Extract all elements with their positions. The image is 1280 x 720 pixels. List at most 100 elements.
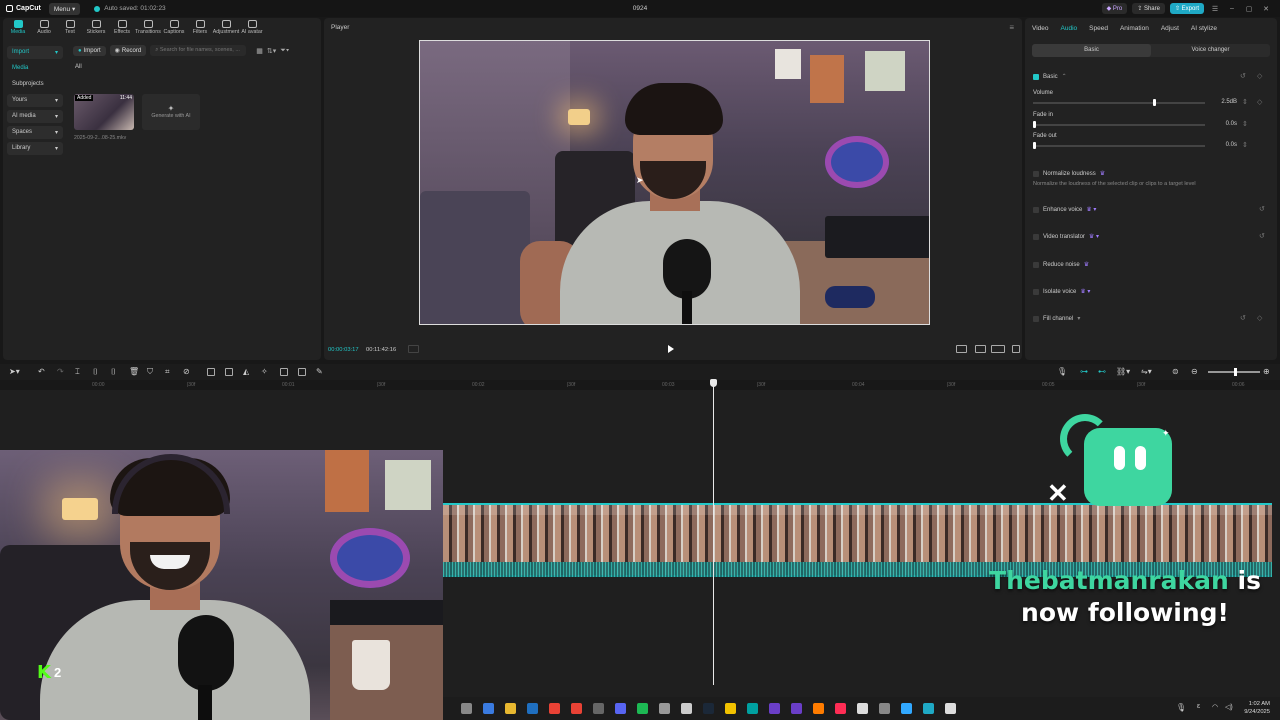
playhead[interactable] <box>713 380 714 685</box>
discord-icon[interactable] <box>615 703 626 714</box>
file-explorer-icon[interactable] <box>461 703 472 714</box>
fade-in-handle[interactable] <box>1033 121 1036 128</box>
tab-effects[interactable]: Effects <box>111 20 133 35</box>
close-icon[interactable]: ✕ <box>1260 5 1272 13</box>
app-icon[interactable] <box>923 703 934 714</box>
basic-checkbox[interactable] <box>1033 73 1039 80</box>
fill-channel-checkbox[interactable] <box>1033 315 1039 322</box>
reset-icon[interactable]: ↺ <box>1240 72 1246 80</box>
stepper-icon[interactable]: ⇕ <box>1242 98 1248 106</box>
playhead-handle[interactable] <box>710 379 717 387</box>
freeze-icon[interactable] <box>207 368 215 376</box>
sidebar-item-ai-media[interactable]: AI media ▾ <box>7 110 63 123</box>
tab-filters[interactable]: Filters <box>189 20 211 35</box>
share-button[interactable]: ⇪ Share <box>1132 3 1165 14</box>
tab-audio[interactable]: Audio <box>1061 25 1078 32</box>
fade-in-value[interactable]: 0.0s <box>1213 121 1237 127</box>
segment-voice-changer[interactable]: Voice changer <box>1151 44 1270 57</box>
media-search-input[interactable]: ⌕ Search for file names, scenes, ... <box>150 45 247 56</box>
tab-text[interactable]: Text <box>59 20 81 35</box>
tab-captions[interactable]: Captions <box>163 20 185 35</box>
reset-icon[interactable]: ↺ <box>1259 232 1265 240</box>
fill-channel-row[interactable]: Fill channel ▾ <box>1033 315 1080 322</box>
wifi-icon[interactable]: ◠ <box>1212 703 1218 711</box>
rotate-icon[interactable] <box>280 368 288 376</box>
reverse-icon[interactable] <box>225 368 233 376</box>
app-icon[interactable] <box>659 703 670 714</box>
player-menu-icon[interactable]: ≡ <box>1009 23 1014 32</box>
fade-out-value[interactable]: 0.0s <box>1213 142 1237 148</box>
split-right-icon[interactable]: ⌷ <box>111 367 116 377</box>
keyframe-icon[interactable]: ◇ <box>1257 72 1262 80</box>
generate-ai-button[interactable]: ✦ Generate with AI <box>142 94 200 130</box>
reduce-noise-checkbox[interactable] <box>1033 261 1039 268</box>
auto-reframe-icon[interactable]: ⊘ <box>183 367 190 376</box>
volume-value[interactable]: 2.5dB <box>1213 99 1237 105</box>
undo-icon[interactable]: ↶ <box>38 367 45 376</box>
app-icon[interactable] <box>879 703 890 714</box>
split-left-icon[interactable]: ⌷ <box>93 367 98 377</box>
enhance-voice-row[interactable]: Enhance voice ♛ ▾ <box>1033 206 1096 213</box>
pro-button[interactable]: ◆ Pro <box>1101 3 1128 14</box>
reduce-noise-row[interactable]: Reduce noise ♛ <box>1033 261 1089 268</box>
normalize-checkbox[interactable] <box>1033 170 1039 177</box>
keyframe-icon[interactable]: ◇ <box>1257 98 1262 106</box>
taskbar-clock[interactable]: 1:02 AM 9/24/2025 <box>1240 700 1270 716</box>
reset-icon[interactable]: ↺ <box>1259 205 1265 213</box>
video-translator-row[interactable]: Video translator ♛ ▾ <box>1033 233 1099 240</box>
crop-icon[interactable] <box>975 345 986 353</box>
tab-ai-stylize[interactable]: AI stylize <box>1191 25 1217 32</box>
video-translator-checkbox[interactable] <box>1033 233 1039 240</box>
ai-tool-icon[interactable]: ✎ <box>316 367 323 376</box>
chrome-icon[interactable] <box>549 703 560 714</box>
stepper-icon[interactable]: ⇕ <box>1242 120 1248 128</box>
tab-video[interactable]: Video <box>1032 25 1049 32</box>
isolate-voice-checkbox[interactable] <box>1033 288 1039 295</box>
select-tool-icon[interactable]: ➤▾ <box>9 367 20 376</box>
remove-bg-icon[interactable] <box>298 368 306 376</box>
chrome-icon[interactable] <box>571 703 582 714</box>
fade-out-slider[interactable] <box>1033 145 1205 147</box>
tab-adjust[interactable]: Adjust <box>1161 25 1179 32</box>
tab-adjustment[interactable]: Adjustment <box>213 20 239 35</box>
tab-ai-avatar[interactable]: AI avatar <box>241 20 263 35</box>
zoom-in-icon[interactable]: ⊕ <box>1263 367 1270 376</box>
export-button[interactable]: ⇧ Export <box>1169 3 1204 14</box>
fade-in-slider[interactable] <box>1033 124 1205 126</box>
video-preview[interactable]: ➤ <box>419 40 930 325</box>
normalize-loudness-row[interactable]: Normalize loudness ♛ <box>1033 170 1105 177</box>
import-button[interactable]: ● Import <box>73 45 106 56</box>
basic-section-header[interactable]: Basic ⌃ <box>1033 73 1067 80</box>
keyframe-icon[interactable]: ◇ <box>1257 314 1262 322</box>
microphone-tray-icon[interactable]: 🎙 <box>1176 703 1186 712</box>
layout-icon[interactable]: ☰ <box>1209 5 1221 13</box>
stepper-icon[interactable]: ⇕ <box>1242 141 1248 149</box>
sidebar-item-subprojects[interactable]: Subprojects <box>7 78 63 91</box>
fade-out-handle[interactable] <box>1033 142 1036 149</box>
minimize-icon[interactable]: – <box>1226 5 1238 12</box>
segment-basic[interactable]: Basic <box>1032 44 1151 57</box>
sidebar-item-spaces[interactable]: Spaces ▾ <box>7 126 63 139</box>
tab-audio[interactable]: Audio <box>33 20 55 35</box>
tab-media[interactable]: Media <box>7 20 29 35</box>
shield-icon[interactable]: ⛉ <box>147 367 153 377</box>
chain-icon[interactable]: ⛓▾ <box>1116 367 1130 376</box>
unknown-icon[interactable] <box>593 703 604 714</box>
after-effects-icon[interactable] <box>791 703 802 714</box>
microphone-icon[interactable]: 🎙 <box>1057 367 1067 376</box>
isolate-voice-row[interactable]: Isolate voice ♛ ▾ <box>1033 288 1090 295</box>
sort-icon[interactable]: ⇅▾ <box>267 47 276 55</box>
caption-icon[interactable]: ⊜ <box>1172 367 1179 376</box>
crop-tool-icon[interactable]: ⌗ <box>165 367 170 377</box>
copilot-icon[interactable] <box>483 703 494 714</box>
aspect-ratio-icon[interactable] <box>956 345 967 353</box>
language-tray-icon[interactable]: ε <box>1197 703 1200 710</box>
sidebar-item-yours[interactable]: Yours ▾ <box>7 94 63 107</box>
preview-axis-icon[interactable]: ⇋▾ <box>1141 367 1152 376</box>
tiktok-icon[interactable] <box>835 703 846 714</box>
magic-icon[interactable]: ✧ <box>261 367 268 376</box>
capcut-icon[interactable] <box>857 703 868 714</box>
sidebar-item-library[interactable]: Library ▾ <box>7 142 63 155</box>
quality-icon[interactable] <box>991 345 1005 353</box>
sidebar-item-media[interactable]: Media <box>7 62 63 75</box>
